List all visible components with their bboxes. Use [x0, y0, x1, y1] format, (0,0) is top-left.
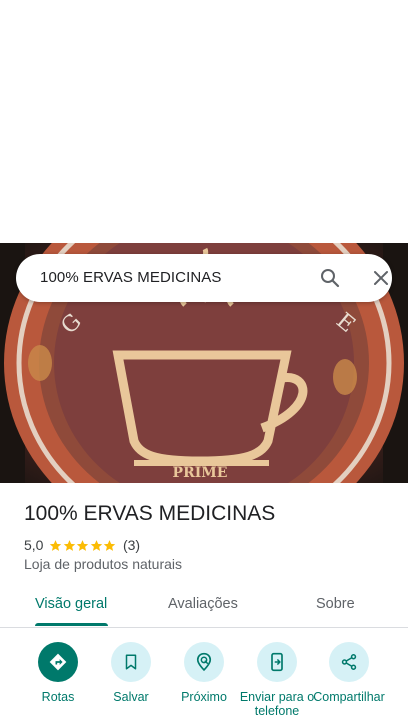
tab-bar: Visão geral Avaliações Sobre	[0, 585, 408, 628]
rating-row[interactable]: 5,0 (3)	[24, 536, 140, 554]
close-icon[interactable]	[369, 266, 393, 290]
share-label: Compartilhar	[313, 690, 385, 704]
nearby-button[interactable]: Próximo	[164, 640, 244, 704]
review-count: (3)	[122, 537, 141, 553]
bookmark-icon[interactable]	[111, 642, 151, 682]
cup-label: PRIME	[173, 465, 228, 481]
share-icon[interactable]	[329, 642, 369, 682]
star-icon	[104, 539, 116, 551]
directions-button[interactable]: Rotas	[18, 640, 98, 704]
send-to-phone-label: Enviar para o telefone	[239, 690, 315, 718]
tab-reviews[interactable]: Avaliações	[168, 596, 238, 612]
star-icon	[77, 539, 89, 551]
save-button[interactable]: Salvar	[91, 640, 171, 704]
rating-value: 5,0	[24, 537, 44, 553]
place-title: 100% ERVAS MEDICINAS	[24, 502, 276, 525]
tab-overview[interactable]: Visão geral	[35, 596, 107, 612]
place-category: Loja de produtos naturais	[24, 556, 182, 572]
search-bar[interactable]: 100% ERVAS MEDICINAS	[16, 254, 392, 302]
star-icon	[90, 539, 103, 551]
action-bar: Rotas Salvar Próximo Enviar para o telef…	[0, 640, 408, 726]
directions-icon[interactable]	[38, 642, 78, 682]
search-query[interactable]: 100% ERVAS MEDICINAS	[40, 269, 222, 286]
share-button[interactable]: Compartilhar	[309, 640, 389, 704]
map-area	[0, 0, 408, 243]
active-tab-indicator	[35, 623, 108, 626]
send-to-phone-icon[interactable]	[257, 642, 297, 682]
star-icon	[63, 539, 76, 551]
save-label: Salvar	[113, 690, 149, 704]
rating-stars	[49, 539, 117, 552]
star-icon	[50, 539, 62, 551]
send-to-phone-button[interactable]: Enviar para o telefone	[237, 640, 317, 718]
nearby-icon[interactable]	[184, 642, 224, 682]
nearby-label: Próximo	[181, 690, 227, 704]
search-icon[interactable]	[318, 266, 342, 290]
tab-about[interactable]: Sobre	[316, 596, 355, 612]
directions-label: Rotas	[41, 690, 75, 704]
